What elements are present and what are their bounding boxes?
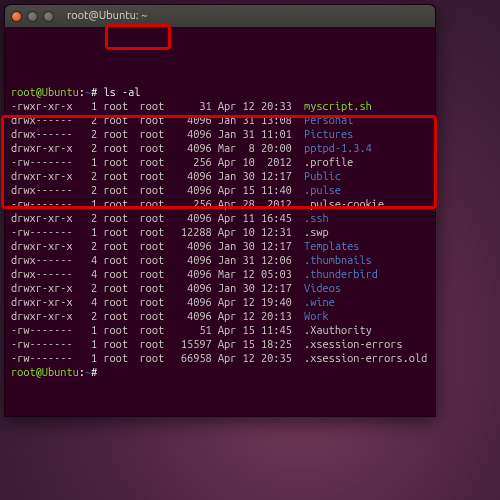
listing-row: drwxr-xr-x 2 root root 4096 Apr 12 20:13… <box>11 310 429 324</box>
file-name: .thumbnails <box>304 255 372 267</box>
file-name: .pulse-cookie <box>304 199 384 211</box>
listing-row: -rw------- 1 root root 12288 Apr 10 12:3… <box>11 226 429 240</box>
listing-row: drwxr-xr-x 2 root root 4096 Jan 30 12:17… <box>11 282 429 296</box>
file-name: Templates <box>304 241 359 253</box>
file-name: pptpd-1.3.4 <box>304 143 372 155</box>
titlebar[interactable]: root@Ubuntu: ~ <box>5 5 435 27</box>
listing-row: drwx------ 4 root root 4096 Mar 12 05:03… <box>11 268 429 282</box>
listing-row: -rw------- 1 root root 256 Apr 10 2012 .… <box>11 156 429 170</box>
file-name: .xsession-errors.old <box>304 353 427 365</box>
file-name: .swp <box>304 227 329 239</box>
file-name: Work <box>304 311 329 323</box>
highlight-command <box>105 24 171 50</box>
prompt-line-2: root@Ubuntu:~# <box>11 366 429 380</box>
listing-row: -rw------- 1 root root 51 Apr 15 11:45 .… <box>11 324 429 338</box>
listing-row: drwx------ 2 root root 4096 Jan 31 11:01… <box>11 128 429 142</box>
file-name: myscript.sh <box>304 101 372 113</box>
minimize-icon[interactable] <box>27 11 38 22</box>
prompt-userhost: root@Ubuntu <box>11 87 79 99</box>
maximize-icon[interactable] <box>43 11 54 22</box>
file-name: .thunderbird <box>304 269 378 281</box>
listing-row: -rwxr-xr-x 1 root root 31 Apr 12 20:33 m… <box>11 100 429 114</box>
prompt-line: root@Ubuntu:~# ls -al <box>11 86 429 100</box>
file-name: Public <box>304 171 341 183</box>
listing-row: drwxr-xr-x 4 root root 4096 Apr 12 19:40… <box>11 296 429 310</box>
file-name: .wine <box>304 297 335 309</box>
terminal-window: root@Ubuntu: ~ root@Ubuntu:~# ls -al-rwx… <box>4 4 436 417</box>
listing-row: -rw------- 1 root root 256 Apr 28 2012 .… <box>11 198 429 212</box>
file-name: Pictures <box>304 129 353 141</box>
listing-row: drwxr-xr-x 2 root root 4096 Apr 11 16:45… <box>11 212 429 226</box>
terminal-body[interactable]: root@Ubuntu:~# ls -al-rwxr-xr-x 1 root r… <box>5 27 435 416</box>
listing-row: drwx------ 2 root root 4096 Apr 15 11:40… <box>11 184 429 198</box>
file-name: .ssh <box>304 213 329 225</box>
listing-row: -rw------- 1 root root 15597 Apr 15 18:2… <box>11 338 429 352</box>
file-name: .pulse <box>304 185 341 197</box>
file-name: .Xauthority <box>304 325 372 337</box>
file-name: .profile <box>304 157 353 169</box>
listing-row: drwxr-xr-x 2 root root 4096 Jan 30 12:17… <box>11 240 429 254</box>
listing-row: -rw------- 1 root root 66958 Apr 12 20:3… <box>11 352 429 366</box>
close-icon[interactable] <box>11 11 22 22</box>
window-title: root@Ubuntu: ~ <box>67 10 147 22</box>
file-name: Videos <box>304 283 341 295</box>
command-text: ls -al <box>103 87 140 99</box>
listing-row: drwx------ 2 root root 4096 Jan 31 13:08… <box>11 114 429 128</box>
file-name: .xsession-errors <box>304 339 403 351</box>
file-name: Personal <box>304 115 353 127</box>
listing-row: drwxr-xr-x 2 root root 4096 Jan 30 12:17… <box>11 170 429 184</box>
listing-row: drwxr-xr-x 2 root root 4096 Mar 8 20:00 … <box>11 142 429 156</box>
listing-row: drwx------ 4 root root 4096 Jan 31 12:06… <box>11 254 429 268</box>
